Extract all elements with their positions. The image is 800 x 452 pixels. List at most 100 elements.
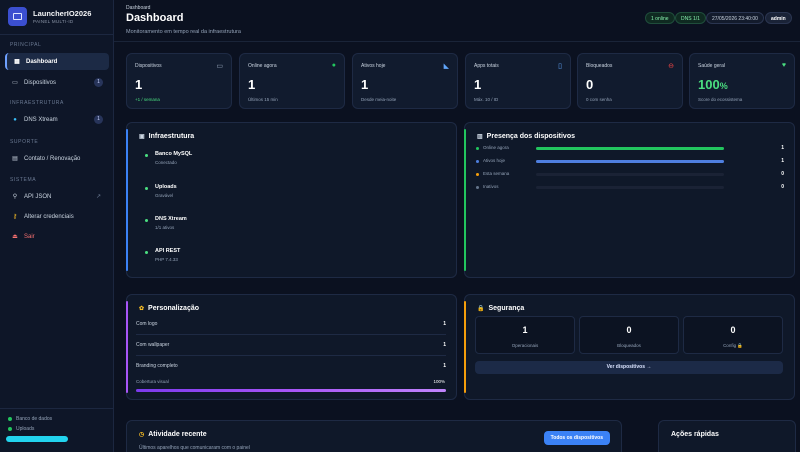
sidebar-item-label: Alterar credenciais [24,213,74,220]
brand[interactable]: LauncherIO2026 PAINEL MULTI-ID [8,7,91,26]
green-dot-icon: ● [331,62,336,69]
infra-item-mysql: Banco MySQL Conectado [155,151,192,165]
stat-note: +1 / semana [135,97,160,102]
security-value: 1 [522,325,528,335]
stat-card-apps[interactable]: Apps totais ▯ 1 Máx. 10 / ID [465,53,571,109]
infra-panel: ▣ Infraestrutura Banco MySQL Conectado U… [126,122,457,278]
header-divider [114,41,800,42]
presence-bar-track [536,160,724,163]
sidebar-item-contato[interactable]: ▤ Contato / Renovação [5,150,109,167]
infra-item-status: Conectado [155,160,177,165]
sidebar-item-sair[interactable]: ⏏ Sair [5,228,109,245]
presence-bar-track [536,147,724,150]
infra-item-name: Banco MySQL [155,151,193,157]
user-menu[interactable]: admin [765,12,792,24]
stat-value: 0 [586,77,594,92]
server-icon: ▣ [139,134,145,140]
section-label-suporte: SUPORTE [10,139,39,145]
panel-title-text: Segurança [488,305,525,312]
security-value: 0 [730,325,736,335]
security-label: Bloqueados [617,343,641,348]
bar-chart-icon: ▥ [477,134,483,140]
panel-title-text: Personalização [148,305,199,312]
breadcrumb[interactable]: Dashboard [126,5,150,11]
sidebar-item-dashboard[interactable]: ▦ Dashboard [5,53,109,70]
chat-icon: ▤ [12,156,18,162]
panel-accent [126,129,128,271]
presence-count: 0 [781,171,784,177]
status-dot-icon [145,154,148,157]
sidebar-item-dispositivos[interactable]: ▭ Dispositivos 1 [5,74,109,91]
security-value: 0 [626,325,632,335]
security-box-operacionais: 1 Operacionais [475,316,575,354]
heart-icon: ♥ [781,62,786,69]
presence-row: Inativos 0 [476,183,784,193]
stat-value-number: 100 [698,77,720,92]
legend-dot-icon [476,160,479,163]
stat-note: Máx. 10 / ID [474,97,499,102]
panel-title-text: Atividade recente [148,431,207,438]
external-link-icon: ↗ [95,194,101,200]
sidebar-item-alterar-credenciais[interactable]: ⚷ Alterar credenciais [5,208,109,225]
presence-count: 1 [781,145,784,151]
stat-value: 1 [474,77,482,92]
stat-card-saude[interactable]: Saúde geral ♥ 100% Score do ecossistema [689,53,795,109]
status-uploads: Uploads [8,426,34,432]
security-label: Config 🔒 [723,343,743,348]
panel-accent [464,129,466,271]
status-dot-icon [8,417,12,421]
plug-icon: ⚲ [12,194,18,200]
coverage-bar-track [136,389,446,392]
stat-value: 100% [698,77,728,92]
sidebar-item-label: Dashboard [26,58,58,65]
coverage-bar-fill [136,389,446,392]
panel-title: ✿ Personalização [139,305,199,312]
personalization-count: 1 [443,363,446,369]
security-box-bloqueados: 0 Bloqueados [579,316,679,354]
personalization-row: Branding completo 1 [136,363,446,377]
panel-accent [126,301,128,393]
coverage-label: Cobertura visual [136,379,169,384]
presence-bar-track [536,186,724,189]
personalization-count: 1 [443,342,446,348]
panel-accent [464,301,466,393]
sidebar-item-label: API JSON [24,193,52,200]
section-label-principal: PRINCIPAL [10,42,42,48]
sidebar: LauncherIO2026 PAINEL MULTI-ID PRINCIPAL… [0,0,114,452]
sidebar-item-label: DNS Xtream [24,116,58,123]
status-dot-icon [145,251,148,254]
stat-card-dispositivos[interactable]: Dispositivos ▭ 1 +1 / semana [126,53,232,109]
ver-dispositivos-button[interactable]: Ver dispositivos → [475,361,783,374]
stat-card-online[interactable]: Online agora ● 1 Últimos 15 min [239,53,345,109]
infra-item-dns: DNS Xtream 1/1 ativos [155,216,187,230]
infra-item-uploads: Uploads Gravável [155,184,177,198]
online-pill: 1 online [645,12,675,24]
infra-item-api: API REST PHP 7.4.33 [155,248,180,262]
presence-bar-fill [536,160,724,163]
presence-count: 1 [781,158,784,164]
presence-row: Ativos hoje 1 [476,157,784,167]
panel-title: ▣ Infraestrutura [139,133,194,140]
status-dot-icon [8,427,12,431]
devices-icon: ▭ [12,80,18,86]
presence-count: 0 [781,184,784,190]
status-label: Uploads [16,426,35,432]
sidebar-item-label: Contato / Renovação [24,155,81,162]
sidebar-item-api-json[interactable]: ⚲ API JSON ↗ [5,188,109,205]
stat-label: Ativos hoje [361,63,386,69]
todos-dispositivos-button[interactable]: Todos os dispositivos [543,431,610,445]
stat-value: 1 [248,77,256,92]
personalization-row: Com logo 1 [136,321,446,335]
stat-label: Online agora [248,63,277,69]
personalization-label: Com logo [136,321,158,327]
stat-card-ativos[interactable]: Ativos hoje ◣ 1 Desde meia-noite [352,53,458,109]
panel-title: ◷ Atividade recente [139,431,207,438]
stat-label: Bloqueados [586,63,613,69]
personalization-row: Com wallpaper 1 [136,342,446,356]
stat-value-suffix: % [719,81,728,91]
globe-icon: ● [13,116,17,123]
status-dot-icon [145,219,148,222]
stat-card-bloqueados[interactable]: Bloqueados ⊖ 0 0 com senha [577,53,683,109]
section-label-infraestrutura: INFRAESTRUTURA [10,100,64,106]
sidebar-item-dns-xtream[interactable]: ● DNS Xtream 1 [5,111,109,128]
